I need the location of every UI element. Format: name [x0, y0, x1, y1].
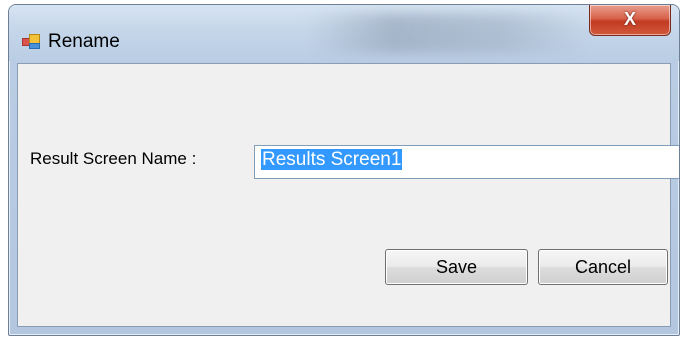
dialog-body: Result Screen Name : Results Screen1 Sav… — [17, 63, 679, 327]
save-button[interactable]: Save — [385, 249, 528, 285]
result-screen-name-label: Result Screen Name : — [30, 149, 197, 168]
result-screen-name-input[interactable]: Results Screen1 — [254, 145, 679, 179]
rename-dialog: Rename X Result Screen Name : Results Sc… — [8, 4, 680, 336]
blurred-background — [309, 13, 589, 53]
app-icon — [22, 34, 40, 49]
close-button[interactable]: X — [589, 5, 671, 36]
title-bar[interactable]: Rename X — [9, 5, 679, 61]
window-title: Rename — [48, 31, 120, 52]
selected-text: Results Screen1 — [261, 149, 403, 170]
cancel-button[interactable]: Cancel — [538, 249, 668, 285]
